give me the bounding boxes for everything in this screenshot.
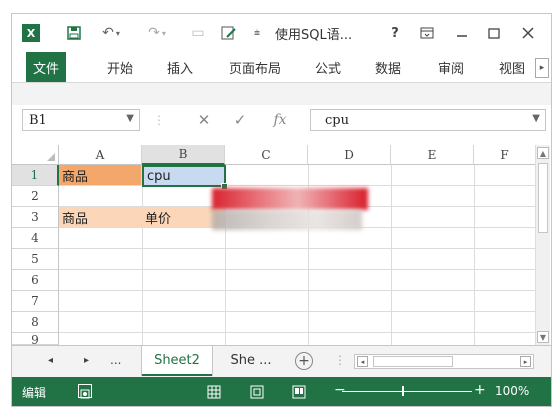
vertical-scrollbar[interactable]: ▲ ▼ [535,145,550,345]
scroll-right-icon[interactable]: ▸ [520,356,531,367]
tab-review[interactable]: 审阅 [431,52,471,82]
horizontal-scrollbar[interactable]: ◂ ▸ [354,354,534,369]
status-bar: 编辑 − + 100% [12,377,551,406]
insert-function-icon[interactable]: fx [268,110,292,130]
tab-data[interactable]: 数据 [368,52,408,82]
scroll-down-icon[interactable]: ▼ [537,331,549,343]
save-icon[interactable] [64,22,84,44]
chevron-down-icon[interactable]: ▼ [126,113,134,124]
sheet-tab-bar: ◂ ▸ ... Sheet2 She ... + ⋮ ◂ ▸ [12,345,551,378]
redacted-region-gray [212,210,362,230]
column-header-e[interactable]: E [391,145,474,165]
title-bar: X ↶ ▾ ↷ ▾ ▭ ⩧ 使用SQL语... ? [12,14,551,52]
row-header-9[interactable]: 9 [12,333,59,347]
scroll-thumb[interactable] [538,163,548,233]
row-header-3[interactable]: 3 [12,207,59,228]
zoom-in-button[interactable]: + [474,382,486,398]
zoom-level[interactable]: 100% [495,384,529,398]
cell-a3[interactable]: 商品 [59,207,142,228]
page-layout-view-icon[interactable] [250,384,264,399]
redacted-region [212,188,368,210]
excel-logo-icon: X [22,24,40,42]
row-header-6[interactable]: 6 [12,270,59,291]
row-header-1[interactable]: 1 [12,165,59,186]
sheet-more-button[interactable]: ... [110,353,121,367]
hscroll-thumb[interactable] [373,356,453,367]
tab-view[interactable]: 视图 [492,52,532,82]
page-break-view-icon[interactable] [292,384,306,399]
ribbon-collapsed-area [12,82,551,106]
cancel-icon[interactable]: ✕ [192,110,216,130]
tab-page-layout[interactable]: 页面布局 [225,52,285,82]
column-header-a[interactable]: A [59,145,142,165]
formula-input-value: cpu [325,112,349,128]
scroll-up-icon[interactable]: ▲ [537,147,549,159]
sheet-tab-she[interactable]: She ... [218,346,284,374]
row-header-4[interactable]: 4 [12,228,59,249]
tab-formulas[interactable]: 公式 [308,52,348,82]
customize-toolbar-icon[interactable]: ⩧ [250,22,264,44]
row-header-8[interactable]: 8 [12,312,59,333]
excel-window: X ↶ ▾ ↷ ▾ ▭ ⩧ 使用SQL语... ? 文件 开始 插入 页面布局 公式 [11,13,552,407]
name-box[interactable]: B1 ▼ [22,109,140,131]
close-icon[interactable] [518,22,538,44]
worksheet-grid: A B C D E F 1 2 3 4 5 6 7 8 9 商品 cpu 商品 … [12,145,551,347]
split-grip-icon[interactable]: ⋮ [334,353,346,367]
macro-record-icon[interactable] [78,384,92,399]
normal-view-icon[interactable] [207,384,221,399]
zoom-slider-thumb[interactable] [402,386,404,396]
zoom-out-button[interactable]: − [334,382,346,398]
undo-icon[interactable]: ↶ ▾ [94,22,128,44]
cell-a1[interactable]: 商品 [59,165,142,186]
column-header-d[interactable]: D [308,145,391,165]
scroll-left-icon[interactable]: ◂ [357,356,368,367]
column-header-b[interactable]: B [142,145,225,165]
expand-formula-bar-icon[interactable]: ▼ [532,113,540,124]
select-all-corner[interactable] [12,145,59,165]
quick-edit-icon[interactable] [218,22,240,44]
restore-ribbon-icon[interactable] [417,22,437,44]
formula-bar-grip-icon: ⋮ [153,113,165,127]
tab-insert[interactable]: 插入 [159,52,201,82]
tab-file[interactable]: 文件 [26,52,66,82]
add-sheet-button[interactable]: + [295,352,313,370]
ribbon-tabs: 文件 开始 插入 页面布局 公式 数据 审阅 视图 ▸ [12,52,551,82]
status-mode: 编辑 [22,386,47,400]
column-header-c[interactable]: C [225,145,308,165]
help-button[interactable]: ? [386,22,404,44]
row-header-7[interactable]: 7 [12,291,59,312]
zoom-slider[interactable] [342,391,472,392]
sheet-tab-sheet2[interactable]: Sheet2 [142,346,212,376]
minimize-icon[interactable] [452,22,472,44]
column-header-f[interactable]: F [474,145,536,165]
tab-home[interactable]: 开始 [98,52,142,82]
window-title: 使用SQL语... [275,28,353,43]
formula-bar: B1 ▼ ⋮ ✕ ✓ fx cpu ▼ [12,105,551,135]
redo-icon[interactable]: ↷ ▾ [140,22,174,44]
ribbon-scroll-right-icon[interactable]: ▸ [535,58,549,78]
sheet-prev-icon[interactable]: ◂ [48,355,53,366]
sheet-next-icon[interactable]: ▸ [84,355,89,366]
maximize-icon[interactable] [484,22,504,44]
formula-input[interactable]: cpu ▼ [310,109,546,131]
row-header-5[interactable]: 5 [12,249,59,270]
row-header-2[interactable]: 2 [12,186,59,207]
cell-b1[interactable]: cpu [142,165,226,187]
name-box-value: B1 [29,112,47,128]
enter-icon[interactable]: ✓ [228,110,252,130]
open-folder-icon[interactable]: ▭ [188,22,208,44]
